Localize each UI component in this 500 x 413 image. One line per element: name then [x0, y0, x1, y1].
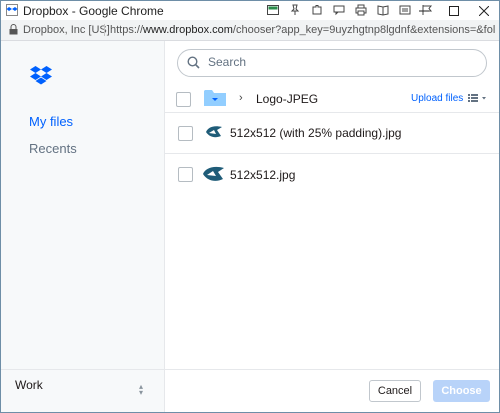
- file-browser: › Logo-JPEG Upload files 512x512 (with 2…: [165, 41, 499, 412]
- title-bar: Dropbox - Google Chrome: [1, 1, 499, 20]
- address-separator: [104, 24, 105, 36]
- sidebar-item-my-files[interactable]: My files: [29, 114, 73, 129]
- puzzle-icon[interactable]: [310, 3, 324, 17]
- book-icon[interactable]: [376, 3, 390, 17]
- url-scheme: https://: [110, 24, 144, 36]
- maximize-button[interactable]: [439, 1, 469, 20]
- upload-files-link[interactable]: Upload files: [411, 93, 463, 104]
- url-path: /chooser?app_key=9uyzhgtnp8lgdnf&extensi…: [232, 24, 495, 36]
- breadcrumb-chevron-icon: ›: [239, 92, 243, 104]
- print-icon[interactable]: [354, 3, 368, 17]
- list-divider: [165, 153, 499, 154]
- list-divider: [165, 112, 499, 113]
- file-checkbox[interactable]: [178, 167, 193, 182]
- chevron-up-down-icon[interactable]: ▴ ▾: [139, 383, 143, 397]
- close-button[interactable]: [469, 1, 499, 20]
- url-host: www.dropbox.com: [143, 24, 233, 36]
- sidebar-divider: [1, 369, 164, 370]
- extension-icon[interactable]: [266, 3, 280, 17]
- folder-icon: [204, 90, 226, 106]
- image-thumbnail-icon: [206, 126, 222, 138]
- window-title: Dropbox - Google Chrome: [23, 4, 164, 18]
- address-bar[interactable]: Dropbox, Inc [US] https://www.dropbox.co…: [1, 20, 499, 41]
- account-switcher-label[interactable]: Work: [15, 378, 43, 392]
- url-text[interactable]: https://www.dropbox.com/chooser?app_key=…: [110, 24, 495, 36]
- sidebar-item-recents[interactable]: Recents: [29, 141, 77, 156]
- site-identity: Dropbox, Inc [US]: [23, 24, 110, 36]
- search-box[interactable]: [177, 49, 487, 77]
- sidebar: My files Recents Work ▴ ▾: [1, 41, 165, 412]
- image-thumbnail-icon: [203, 166, 224, 181]
- minimize-button[interactable]: [409, 1, 439, 20]
- file-name: 512x512 (with 25% padding).jpg: [230, 126, 402, 140]
- list-view-icon[interactable]: [468, 94, 486, 102]
- dropbox-app-icon: [6, 4, 18, 16]
- footer-divider: [165, 369, 499, 370]
- file-name: 512x512.jpg: [230, 168, 296, 182]
- chat-icon[interactable]: [332, 3, 346, 17]
- lock-icon: [9, 24, 18, 35]
- pin-icon[interactable]: [288, 3, 302, 17]
- choose-button[interactable]: Choose: [433, 380, 490, 402]
- search-input[interactable]: [208, 55, 478, 69]
- dropbox-logo[interactable]: [30, 66, 52, 86]
- browser-window: Dropbox - Google Chrome Dropbox, Inc [US…: [0, 0, 500, 413]
- cancel-button[interactable]: Cancel: [369, 380, 421, 402]
- select-all-checkbox[interactable]: [176, 92, 191, 107]
- file-checkbox[interactable]: [178, 126, 193, 141]
- breadcrumb-folder[interactable]: Logo-JPEG: [256, 92, 318, 106]
- search-icon: [187, 56, 200, 69]
